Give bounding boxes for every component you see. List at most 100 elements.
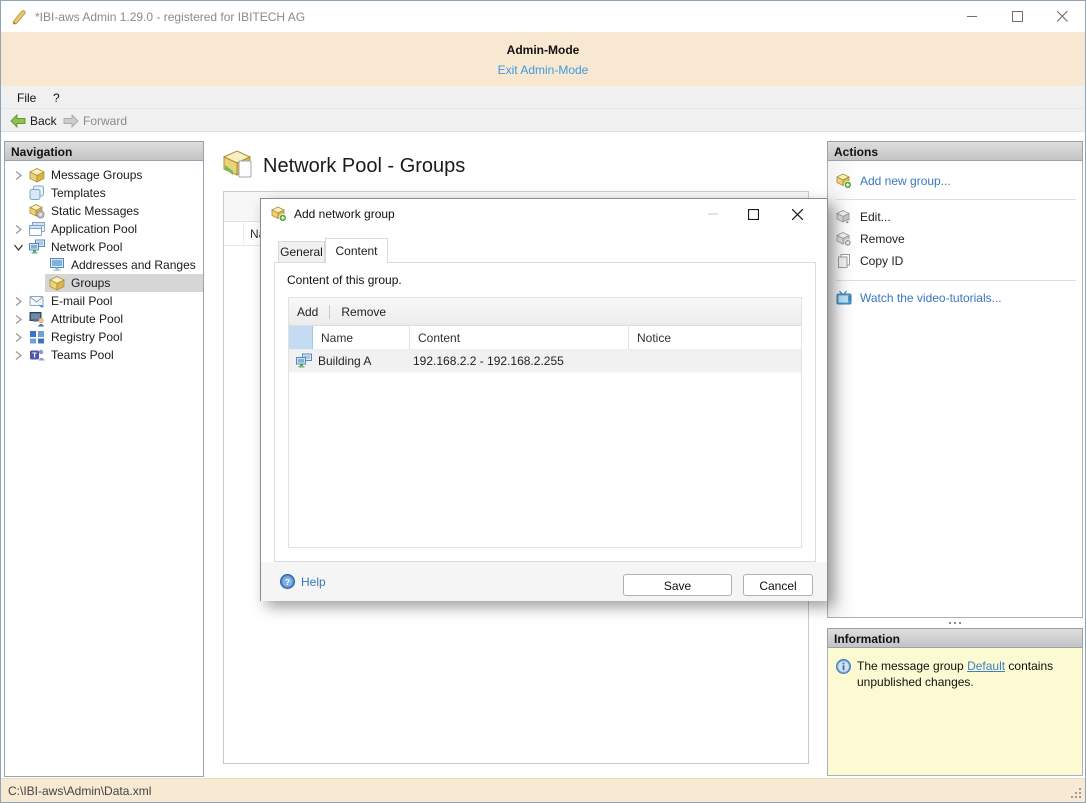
templates-icon bbox=[29, 185, 44, 200]
content-tab-panel: Content of this group. Add Remove Name C… bbox=[274, 262, 816, 562]
remove-action[interactable]: Remove bbox=[836, 229, 905, 249]
forward-label: Forward bbox=[83, 113, 128, 128]
menu-bar: File ? bbox=[1, 86, 1085, 109]
menu-help[interactable]: ? bbox=[47, 89, 66, 107]
remove-button[interactable]: Remove bbox=[333, 301, 394, 323]
nav-item-static-messages[interactable]: Static Messages bbox=[5, 202, 203, 220]
content-column-header[interactable]: Content bbox=[410, 326, 629, 349]
dialog-close-button[interactable] bbox=[781, 199, 813, 229]
forward-arrow-icon bbox=[63, 113, 79, 128]
nav-label: Registry Pool bbox=[51, 330, 123, 344]
tab-content[interactable]: Content bbox=[325, 238, 388, 263]
menu-file[interactable]: File bbox=[11, 89, 42, 107]
nav-item-network-pool[interactable]: Network Pool bbox=[5, 238, 203, 256]
watch-tutorials-action[interactable]: Watch the video-tutorials... bbox=[836, 288, 1002, 308]
chevron-right-icon[interactable] bbox=[11, 350, 25, 361]
nav-item-addresses-and-ranges[interactable]: Addresses and Ranges bbox=[5, 256, 203, 274]
page-title: Network Pool - Groups bbox=[263, 155, 466, 177]
nav-item-teams-pool[interactable]: T Teams Pool bbox=[5, 346, 203, 364]
edit-group-icon bbox=[836, 210, 851, 224]
maximize-button[interactable] bbox=[995, 1, 1040, 32]
dialog-footer: ? Help Save Cancel bbox=[261, 562, 827, 601]
chevron-right-icon[interactable] bbox=[11, 314, 25, 325]
nav-label: Templates bbox=[51, 186, 106, 200]
nav-item-email-pool[interactable]: E-mail Pool bbox=[5, 292, 203, 310]
help-link[interactable]: ? Help bbox=[280, 574, 326, 589]
name-column-header[interactable]: Name bbox=[313, 326, 410, 349]
forward-button[interactable]: Forward bbox=[59, 111, 131, 130]
back-arrow-icon bbox=[10, 113, 26, 128]
default-group-link[interactable]: Default bbox=[967, 659, 1005, 673]
static-messages-icon bbox=[29, 204, 45, 219]
watch-tutorials-label: Watch the video-tutorials... bbox=[860, 291, 1002, 305]
chevron-right-icon[interactable] bbox=[11, 224, 25, 235]
nav-label: Message Groups bbox=[51, 168, 143, 182]
row-content: 192.168.2.2 - 192.168.2.255 bbox=[413, 354, 564, 368]
copy-id-action[interactable]: Copy ID bbox=[836, 251, 903, 271]
chevron-right-icon[interactable] bbox=[11, 296, 25, 307]
table-toolbar: Add Remove bbox=[289, 298, 801, 326]
app-window: *IBI-aws Admin 1.29.0 - registered for I… bbox=[0, 0, 1086, 803]
chevron-down-icon[interactable] bbox=[11, 243, 25, 252]
add-button[interactable]: Add bbox=[289, 301, 326, 323]
cancel-button[interactable]: Cancel bbox=[743, 574, 813, 596]
nav-item-application-pool[interactable]: Application Pool bbox=[5, 220, 203, 238]
remove-label: Remove bbox=[860, 232, 905, 246]
nav-label: Addresses and Ranges bbox=[71, 258, 196, 272]
nav-label: E-mail Pool bbox=[51, 294, 113, 308]
yellow-box-icon bbox=[49, 276, 65, 291]
close-button[interactable] bbox=[1040, 1, 1085, 32]
icon-column-header[interactable] bbox=[289, 326, 313, 349]
svg-text:?: ? bbox=[285, 577, 290, 587]
tab-general[interactable]: General bbox=[278, 241, 325, 263]
actions-separator bbox=[836, 199, 1076, 200]
nav-item-attribute-pool[interactable]: Attribute Pool bbox=[5, 310, 203, 328]
resize-grip-icon[interactable] bbox=[1070, 787, 1082, 799]
back-button[interactable]: Back bbox=[6, 111, 61, 130]
nav-label: Network Pool bbox=[51, 240, 123, 254]
info-text-before: The message group bbox=[857, 659, 968, 673]
add-new-group-action[interactable]: Add new group... bbox=[836, 171, 951, 191]
nav-label: Application Pool bbox=[51, 222, 138, 236]
chevron-right-icon[interactable] bbox=[11, 332, 25, 343]
title-bar: *IBI-aws Admin 1.29.0 - registered for I… bbox=[1, 1, 1085, 32]
network-pool-icon bbox=[29, 239, 45, 254]
save-button[interactable]: Save bbox=[623, 574, 732, 596]
notice-column-header[interactable]: Notice bbox=[629, 326, 801, 349]
minimize-button[interactable] bbox=[950, 1, 995, 32]
actions-separator bbox=[836, 280, 1076, 281]
panel-splitter[interactable] bbox=[827, 618, 1083, 628]
table-row[interactable]: Building A 192.168.2.2 - 192.168.2.255 bbox=[289, 350, 801, 373]
edit-label: Edit... bbox=[860, 210, 891, 224]
edit-action[interactable]: Edit... bbox=[836, 207, 891, 227]
copy-id-icon bbox=[838, 254, 850, 268]
dialog-title-bar[interactable]: Add network group bbox=[261, 199, 827, 229]
attribute-pool-icon bbox=[29, 312, 45, 327]
copy-id-label: Copy ID bbox=[860, 254, 904, 268]
dialog-maximize-button[interactable] bbox=[737, 199, 769, 229]
chevron-right-icon[interactable] bbox=[11, 170, 25, 181]
nav-item-message-groups[interactable]: Message Groups bbox=[5, 166, 203, 184]
actions-panel: Add new group... Edit... Remove Copy ID bbox=[827, 161, 1083, 618]
right-panel: Actions Add new group... Edit... Remove bbox=[827, 132, 1083, 780]
registry-pool-icon bbox=[30, 331, 44, 344]
nav-item-templates[interactable]: Templates bbox=[5, 184, 203, 202]
actions-header: Actions bbox=[827, 141, 1083, 161]
network-range-icon bbox=[296, 353, 312, 368]
row-name: Building A bbox=[318, 354, 372, 368]
admin-mode-label: Admin-Mode bbox=[506, 43, 580, 57]
group-content-table: Add Remove Name Content Notice Building … bbox=[288, 297, 802, 548]
information-panel: The message group Default contains unpub… bbox=[827, 648, 1083, 776]
addresses-icon bbox=[50, 258, 64, 271]
nav-toolbar: Back Forward bbox=[1, 109, 1085, 132]
nav-label: Groups bbox=[71, 276, 111, 290]
exit-admin-mode-link[interactable]: Exit Admin-Mode bbox=[1, 63, 1085, 77]
application-pool-icon bbox=[29, 222, 45, 236]
network-groups-icon bbox=[223, 150, 252, 178]
nav-item-registry-pool[interactable]: Registry Pool bbox=[5, 328, 203, 346]
help-label: Help bbox=[301, 574, 326, 589]
dialog-add-group-icon bbox=[271, 206, 287, 222]
yellow-box-icon bbox=[29, 168, 45, 183]
navigation-panel: Navigation Message Groups Templates Stat… bbox=[4, 141, 204, 777]
nav-item-groups[interactable]: Groups bbox=[5, 274, 203, 292]
